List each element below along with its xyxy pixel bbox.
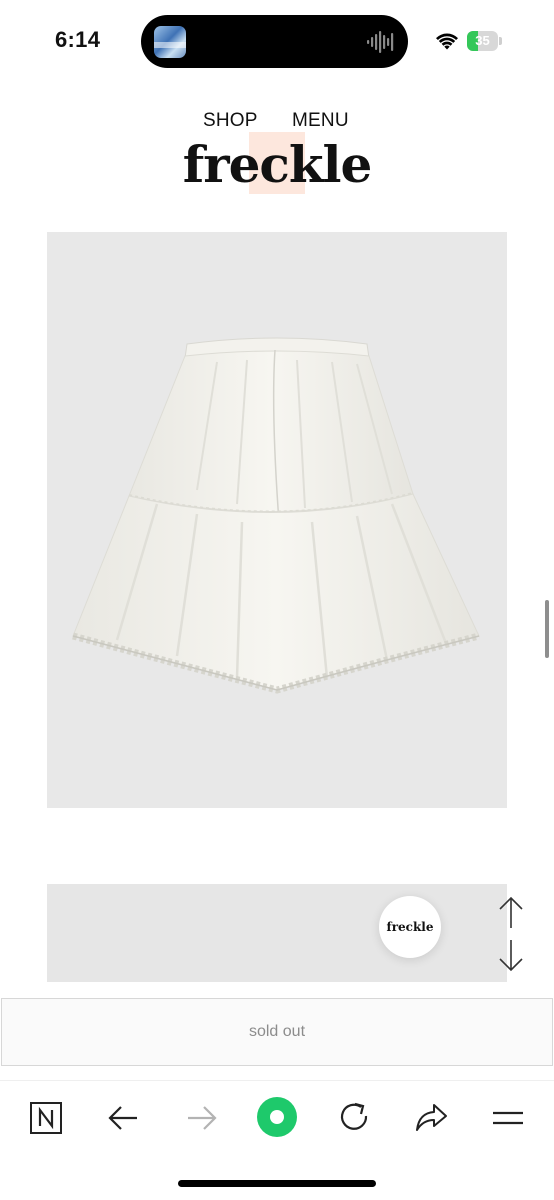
skirt-illustration [72, 337, 480, 694]
arrow-down-icon[interactable] [497, 938, 525, 972]
brand-chip-label: freckle [386, 920, 434, 934]
back-arrow-icon[interactable] [104, 1098, 144, 1138]
sold-out-label: sold out [248, 1023, 306, 1040]
green-dot-icon[interactable] [256, 1096, 298, 1138]
arrow-up-icon[interactable] [497, 896, 525, 930]
battery-level: 35 [475, 33, 490, 48]
dynamic-island[interactable] [141, 15, 408, 68]
share-icon[interactable] [411, 1098, 451, 1138]
forward-arrow-icon[interactable] [181, 1098, 221, 1138]
menu-icon[interactable] [488, 1098, 528, 1138]
brand-chat-button[interactable]: freckle [379, 896, 441, 958]
status-bar: 6:14 35 [0, 0, 554, 84]
brand-logo[interactable]: freckle [0, 140, 554, 190]
nav-shop-link[interactable]: SHOP [203, 110, 258, 132]
home-indicator[interactable] [178, 1180, 376, 1187]
status-time: 6:14 [55, 27, 101, 52]
sold-out-button[interactable]: sold out [1, 998, 553, 1066]
reload-icon[interactable] [334, 1098, 374, 1138]
wifi-icon [436, 33, 458, 50]
island-thumbnail[interactable] [154, 26, 186, 58]
scrollbar[interactable] [545, 600, 549, 658]
naver-home-icon[interactable] [26, 1098, 66, 1138]
audio-waveform-icon [367, 31, 394, 53]
nav-menu-link[interactable]: MENU [292, 110, 349, 132]
battery-icon: 35 [467, 31, 502, 51]
site-nav: SHOP MENU [0, 110, 554, 134]
product-image[interactable] [47, 232, 507, 808]
